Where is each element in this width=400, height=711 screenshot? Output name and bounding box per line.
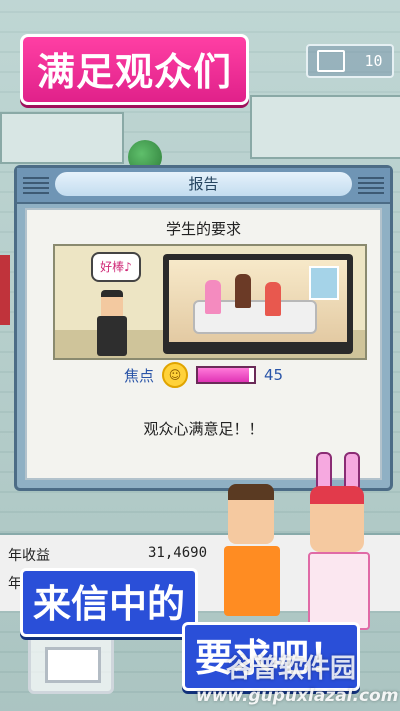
boy-head [228, 484, 274, 544]
boy-body [224, 546, 280, 616]
hud-display[interactable]: 10 [306, 44, 394, 78]
focus-bar-fill [197, 368, 250, 382]
monitor-icon [317, 50, 346, 72]
tv-character [235, 274, 251, 308]
hud-value: 10 [364, 52, 383, 70]
girl-head [310, 486, 364, 552]
report-dialog-header: 报告 [17, 168, 390, 204]
report-dialog-body[interactable]: 学生的要求 好棒♪ 焦点 ☺ 45 观众心满意足！！ [25, 208, 382, 480]
smiley-icon: ☺ [161, 362, 188, 388]
bunny-ears [310, 452, 370, 492]
watermark-name: 谷普软件园 [226, 654, 357, 684]
watermark-url: www.gupuxlazal.com [196, 686, 399, 706]
report-message: 观众心满意足！！ [143, 420, 264, 438]
report-dialog: 报告 学生的要求 好棒♪ 焦点 ☺ 45 观众心满意足！！ [14, 165, 393, 491]
tv-character [205, 280, 221, 314]
envelope-icon [45, 647, 101, 683]
viewer-character [95, 290, 129, 356]
girl-body [308, 552, 370, 630]
focus-value: 45 [263, 366, 284, 384]
office-wall [250, 95, 400, 159]
office-wall [0, 112, 124, 164]
focus-bar [195, 366, 256, 384]
focus-label: 焦点 [123, 366, 154, 385]
tv-window [309, 266, 339, 300]
focus-row: 焦点 ☺ 45 [27, 362, 380, 388]
report-dialog-title: 报告 [55, 172, 352, 196]
promo-caption-line1: 来信中的 [20, 568, 199, 637]
annual-revenue-label: 年收益 [8, 548, 50, 564]
report-subtitle: 学生的要求 [165, 220, 241, 238]
mail-button[interactable] [28, 630, 114, 694]
office-door [0, 255, 10, 325]
viewer-head [101, 290, 123, 319]
tv-character [265, 282, 281, 316]
grip-icon [23, 176, 49, 194]
speech-bubble: 好棒♪ [91, 252, 141, 282]
viewer-body [97, 316, 127, 356]
annual-revenue-value: 31,4690 [148, 545, 208, 561]
tv-icon [163, 254, 353, 354]
bunny-girl-character [300, 452, 380, 630]
boy-character [218, 484, 288, 624]
promo-title-banner: 满足观众们 [20, 34, 250, 105]
tv-screen [169, 260, 347, 342]
grip-icon [358, 176, 384, 194]
report-scene-image: 好棒♪ [53, 244, 367, 360]
